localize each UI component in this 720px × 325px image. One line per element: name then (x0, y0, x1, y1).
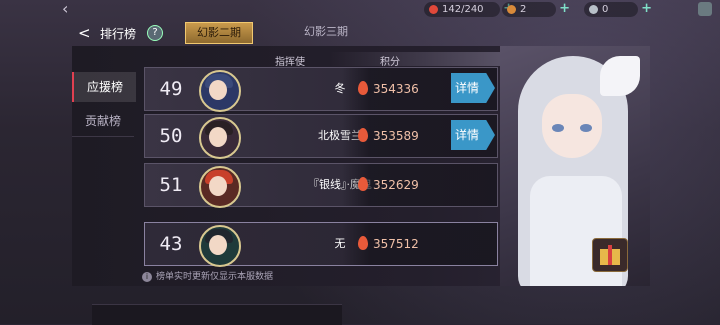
portrait-eye (580, 124, 592, 132)
tab-season-2[interactable]: 幻影二期 (185, 22, 253, 44)
info-icon: i (142, 272, 152, 282)
avatar-face (209, 127, 227, 147)
score-value: 352629 (373, 178, 419, 192)
flame-icon (358, 81, 368, 95)
rank-number: 50 (159, 125, 183, 147)
self-rank-row: 43 无 357512 (144, 222, 498, 267)
key-counter: 0 + (584, 1, 652, 17)
score-value: 357512 (373, 237, 419, 251)
column-score: 积分 (380, 57, 400, 68)
score-value: 354336 (373, 82, 419, 96)
back-button[interactable]: < (78, 23, 91, 43)
flame-icon (358, 236, 368, 250)
tab-season-3[interactable]: 幻影三期 (294, 22, 358, 42)
avatar-face (209, 80, 227, 100)
table-row: 50 北极雪兰 353589 详情 (144, 114, 498, 159)
stamina-icon (429, 5, 438, 14)
score-value: 353589 (373, 129, 419, 143)
table-row: 51 『银线』·魔鬼 352629 (144, 163, 498, 208)
avatar-face (209, 235, 227, 255)
side-tab-contribution[interactable]: 贡献榜 (72, 106, 134, 137)
bottom-strip (92, 304, 342, 325)
stamina-value: 142/240 (442, 4, 484, 15)
rank-number: 51 (159, 174, 183, 196)
flame-icon (358, 128, 368, 142)
avatar[interactable] (199, 117, 241, 159)
ticket-icon (507, 5, 516, 14)
gift-button[interactable] (592, 238, 628, 272)
rank-number: 49 (159, 78, 183, 100)
ranking-header: < 排行榜 ? 幻影二期 幻影三期 (72, 22, 650, 46)
key-icon (589, 5, 598, 14)
add-ticket-button[interactable]: + (559, 1, 570, 16)
ticket-value: 2 (520, 4, 527, 15)
help-icon[interactable]: ? (147, 25, 163, 41)
detail-button[interactable]: 详情 (451, 73, 495, 103)
avatar[interactable] (199, 166, 241, 208)
rank-number: 43 (159, 233, 183, 255)
ticket-counter: 2 + (502, 1, 570, 17)
top-back-icon[interactable]: ‹ (62, 0, 68, 18)
portrait-eye (552, 124, 564, 132)
page-title: 排行榜 (100, 27, 137, 41)
column-commander: 指挥使 (275, 57, 305, 68)
key-value: 0 (602, 4, 609, 15)
flame-icon (358, 177, 368, 191)
detail-button[interactable]: 详情 (451, 120, 495, 150)
top-status-bar: ‹ 142/240 + 2 + 0 + (0, 0, 720, 20)
update-note: i 榜单实时更新仅显示本服数据 (142, 269, 273, 282)
portrait-face (542, 94, 602, 158)
add-key-button[interactable]: + (641, 1, 652, 16)
avatar[interactable] (199, 70, 241, 112)
avatar[interactable] (199, 225, 241, 267)
avatar-face (209, 176, 227, 196)
stamina-counter: 142/240 + (424, 1, 514, 17)
portrait-hair-ornament (600, 56, 640, 96)
column-header-strip (330, 52, 500, 66)
update-note-text: 榜单实时更新仅显示本服数据 (156, 272, 274, 282)
gift-ribbon (608, 245, 612, 265)
side-tab-support[interactable]: 应援榜 (72, 72, 136, 102)
table-row: 49 冬 354336 详情 (144, 67, 498, 112)
menu-icon[interactable] (698, 2, 712, 16)
